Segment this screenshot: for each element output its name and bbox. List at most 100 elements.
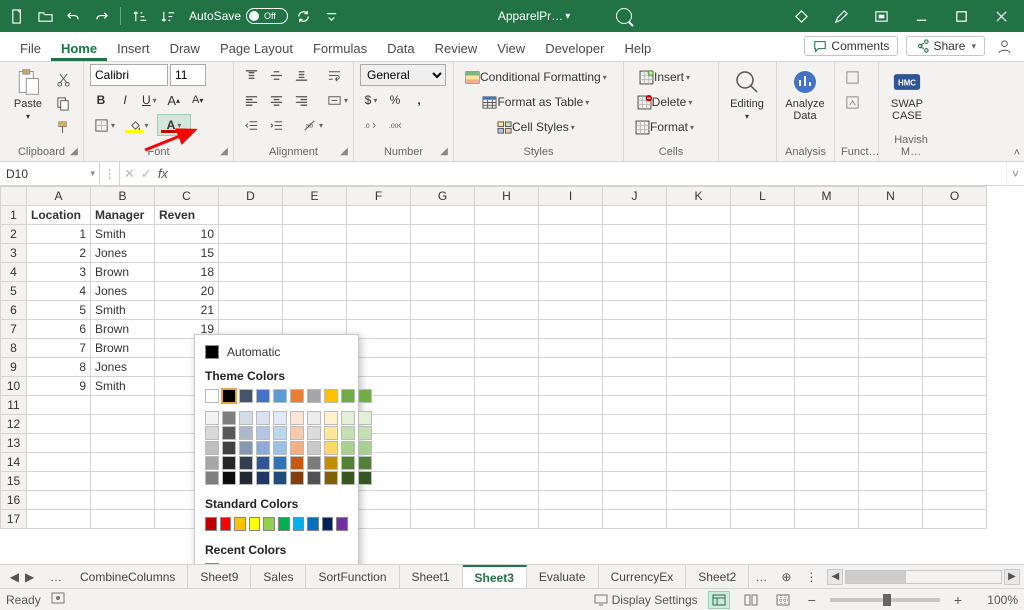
theme-shade-swatch[interactable] [256,426,270,440]
cell-G14[interactable] [411,453,475,472]
theme-shade-swatch[interactable] [290,456,304,470]
cell-B9[interactable]: Jones [91,358,155,377]
cell-D2[interactable] [219,225,283,244]
cell-M11[interactable] [795,396,859,415]
decrease-decimal-icon[interactable]: .00 [385,114,408,136]
cell-O8[interactable] [923,339,987,358]
cell-I11[interactable] [539,396,603,415]
cell-N6[interactable] [859,301,923,320]
standard-swatch[interactable] [234,517,246,531]
cell-K2[interactable] [667,225,731,244]
sheet-overflow-right[interactable]: … [749,565,773,588]
cell-H3[interactable] [475,244,539,263]
cell-O17[interactable] [923,510,987,529]
cell-M9[interactable] [795,358,859,377]
theme-shade-swatch[interactable] [239,471,253,485]
cell-N7[interactable] [859,320,923,339]
sheet-tab-sheet2[interactable]: Sheet2 [686,565,749,588]
cell-L9[interactable] [731,358,795,377]
cell-N4[interactable] [859,263,923,282]
standard-swatch[interactable] [293,517,305,531]
cell-B7[interactable]: Brown [91,320,155,339]
cell-L4[interactable] [731,263,795,282]
cell-A6[interactable]: 5 [27,301,91,320]
cell-J10[interactable] [603,377,667,396]
cell-G7[interactable] [411,320,475,339]
row-header-7[interactable]: 7 [1,320,27,339]
cell-H15[interactable] [475,472,539,491]
cell-H9[interactable] [475,358,539,377]
theme-shade-swatch[interactable] [205,426,219,440]
theme-shade-swatch[interactable] [341,456,355,470]
cell-M1[interactable] [795,206,859,225]
theme-shade-swatch[interactable] [205,456,219,470]
cell-L14[interactable] [731,453,795,472]
namebox-menu-icon[interactable]: ⋮ [100,162,120,185]
sheet-tab-sheet3[interactable]: Sheet3 [463,565,527,588]
cell-O4[interactable] [923,263,987,282]
cell-N16[interactable] [859,491,923,510]
col-header-C[interactable]: C [155,187,219,206]
open-file-icon[interactable] [32,3,58,29]
cell-B15[interactable] [91,472,155,491]
cell-L8[interactable] [731,339,795,358]
cell-D1[interactable] [219,206,283,225]
cell-K11[interactable] [667,396,731,415]
align-left-icon[interactable] [240,89,263,111]
cell-D5[interactable] [219,282,283,301]
cell-L6[interactable] [731,301,795,320]
theme-shade-swatch[interactable] [239,456,253,470]
theme-shade-swatch[interactable] [307,441,321,455]
minimize-button[interactable] [906,3,936,29]
cell-B14[interactable] [91,453,155,472]
format-cells-button[interactable]: Format▾ [630,116,699,138]
row-header-15[interactable]: 15 [1,472,27,491]
cell-K7[interactable] [667,320,731,339]
format-painter-icon[interactable] [52,116,75,138]
cell-G1[interactable] [411,206,475,225]
accounting-format-icon[interactable]: $▾ [360,89,382,111]
cell-A13[interactable] [27,434,91,453]
cell-L12[interactable] [731,415,795,434]
cell-L16[interactable] [731,491,795,510]
sheet-menu-icon[interactable]: ⋮ [799,565,823,588]
cell-O16[interactable] [923,491,987,510]
cell-E2[interactable] [283,225,347,244]
cell-J4[interactable] [603,263,667,282]
cell-H13[interactable] [475,434,539,453]
sheet-tab-sheet1[interactable]: Sheet1 [400,565,463,588]
cell-C4[interactable]: 18 [155,263,219,282]
conditional-formatting-button[interactable]: Conditional Formatting▾ [460,66,612,88]
theme-shade-swatch[interactable] [222,456,236,470]
cell-O15[interactable] [923,472,987,491]
theme-shade-swatch[interactable] [222,471,236,485]
row-header-12[interactable]: 12 [1,415,27,434]
theme-shade-swatch[interactable] [358,411,372,425]
col-header-K[interactable]: K [667,187,731,206]
cell-B3[interactable]: Jones [91,244,155,263]
theme-shade-swatch[interactable] [273,411,287,425]
cell-A9[interactable]: 8 [27,358,91,377]
tab-formulas[interactable]: Formulas [303,35,377,61]
cell-A15[interactable] [27,472,91,491]
add-sheet-button[interactable]: ⊕ [773,565,799,588]
theme-shade-swatch[interactable] [256,471,270,485]
standard-swatch[interactable] [307,517,319,531]
cell-H17[interactable] [475,510,539,529]
cell-O2[interactable] [923,225,987,244]
comma-format-icon[interactable]: , [408,89,430,111]
cell-A1[interactable]: Location [27,206,91,225]
zoom-slider[interactable] [830,598,940,602]
cell-K12[interactable] [667,415,731,434]
theme-swatch[interactable] [324,389,338,403]
cell-J2[interactable] [603,225,667,244]
cell-L1[interactable] [731,206,795,225]
theme-swatch[interactable] [222,389,236,403]
format-as-table-button[interactable]: Format as Table▾ [460,91,612,113]
cell-A3[interactable]: 2 [27,244,91,263]
align-center-icon[interactable] [265,89,288,111]
cell-J5[interactable] [603,282,667,301]
cell-N14[interactable] [859,453,923,472]
funct-icon-2[interactable] [841,91,864,113]
row-header-5[interactable]: 5 [1,282,27,301]
